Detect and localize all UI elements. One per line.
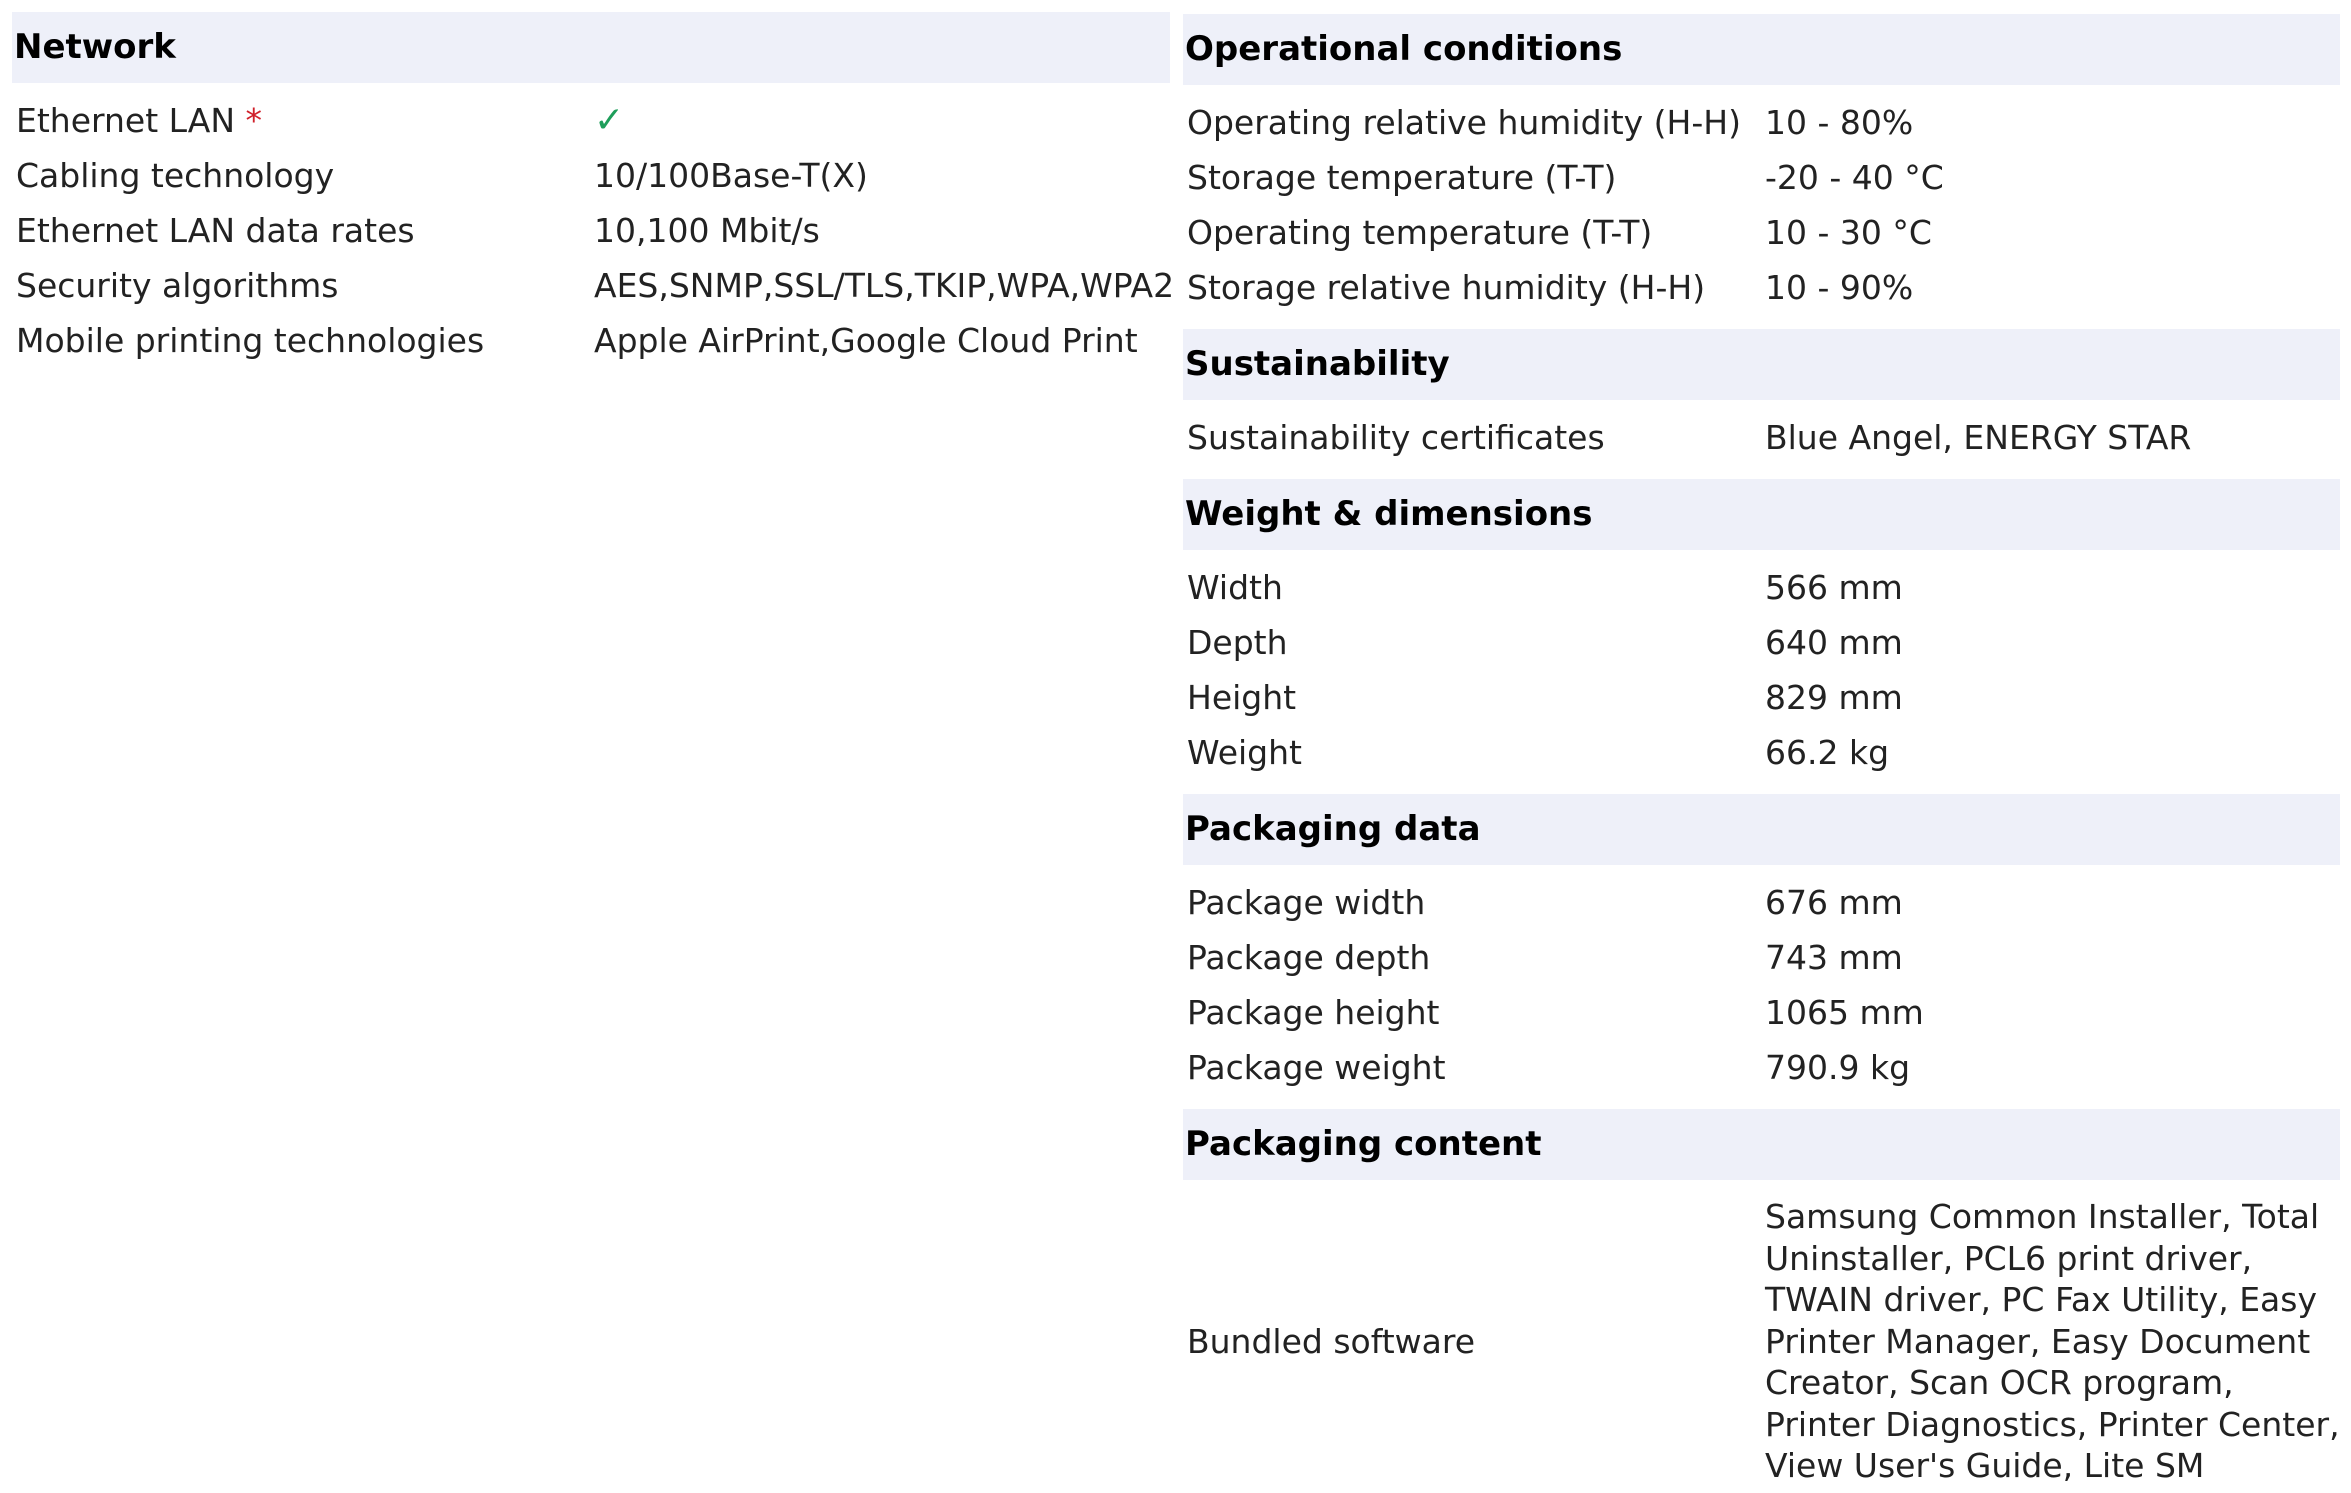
spec-value: 66.2 kg [1765,733,1890,772]
spec-row: Weight 66.2 kg [1183,725,2340,780]
spec-value: 676 mm [1765,883,1903,922]
spec-value: 566 mm [1765,568,1903,607]
spec-label: Storage temperature (T-T) [1187,158,1617,197]
spec-row: Package depth 743 mm [1183,930,2340,985]
spec-row: Width 566 mm [1183,560,2340,615]
spec-row: Package width 676 mm [1183,875,2340,930]
section-title: Network [12,12,1170,83]
section-sustainability: Sustainability Sustainability certificat… [1183,329,2340,465]
spec-row: Storage temperature (T-T) -20 - 40 °C [1183,150,2340,205]
section-title: Packaging content [1183,1109,2340,1180]
spec-value: 10/100Base-T(X) [594,156,868,195]
spec-value: Blue Angel, ENERGY STAR [1765,418,2192,457]
section-title: Operational conditions [1183,14,2340,85]
spec-label: Weight [1187,733,1302,772]
spec-value: 10 - 90% [1765,268,1914,307]
spec-value: 10,100 Mbit/s [594,211,820,250]
spec-label-text: Ethernet LAN [16,101,236,140]
spec-row: Depth 640 mm [1183,615,2340,670]
section-network: Network Ethernet LAN * ✓ Cabling technol… [12,12,1175,368]
spec-value: 10 - 80% [1765,103,1914,142]
spec-value: 10 - 30 °C [1765,213,1932,252]
spec-label: Package depth [1187,938,1431,977]
checkmark-icon: ✓ [594,100,625,141]
spec-value: 1065 mm [1765,993,1924,1032]
spec-value: 790.9 kg [1765,1048,1911,1087]
spec-row: Package height 1065 mm [1183,985,2340,1040]
section-title: Sustainability [1183,329,2340,400]
spec-row: Storage relative humidity (H-H) 10 - 90% [1183,260,2340,315]
spec-value: AES,SNMP,SSL/TLS,TKIP,WPA,WPA2 [594,266,1175,305]
spec-label: Bundled software [1187,1321,1476,1361]
spec-row: Cabling technology 10/100Base-T(X) [12,148,1170,203]
section-operational-conditions: Operational conditions Operating relativ… [1183,14,2340,315]
spec-row: Bundled software Samsung Common Installe… [1183,1190,2340,1493]
spec-value: -20 - 40 °C [1765,158,1944,197]
section-weight-dimensions: Weight & dimensions Width 566 mm Depth 6… [1183,479,2340,780]
spec-row: Ethernet LAN data rates 10,100 Mbit/s [12,203,1170,258]
spec-label: Width [1187,568,1283,607]
spec-row: Sustainability certificates Blue Angel, … [1183,410,2340,465]
section-title: Packaging data [1183,794,2340,865]
spec-label: Height [1187,678,1297,717]
spec-value: 743 mm [1765,938,1903,977]
spec-label: Depth [1187,623,1288,662]
spec-label: Cabling technology [16,156,335,195]
spec-row: Security algorithms AES,SNMP,SSL/TLS,TKI… [12,258,1175,313]
spec-label: Security algorithms [16,266,339,305]
spec-row: Mobile printing technologies Apple AirPr… [12,313,1170,368]
spec-value: 640 mm [1765,623,1903,662]
spec-label: Mobile printing technologies [16,321,485,360]
section-title: Weight & dimensions [1183,479,2340,550]
required-mark: * [245,101,263,140]
spec-row: Package weight 790.9 kg [1183,1040,2340,1095]
spec-label: Ethernet LAN * [12,93,594,148]
spec-label: Sustainability certificates [1187,418,1605,457]
section-packaging-data: Packaging data Package width 676 mm Pack… [1183,794,2340,1095]
spec-label: Operating relative humidity (H-H) [1187,103,1741,142]
spec-label: Ethernet LAN data rates [16,211,415,250]
spec-label: Operating temperature (T-T) [1187,213,1653,252]
left-column: Network Ethernet LAN * ✓ Cabling technol… [12,0,1175,368]
spec-label: Package height [1187,993,1440,1032]
section-packaging-content: Packaging content Bundled software Samsu… [1183,1109,2340,1493]
spec-row: Operating temperature (T-T) 10 - 30 °C [1183,205,2340,260]
right-column: Operational conditions Operating relativ… [1183,14,2340,1493]
spec-label: Storage relative humidity (H-H) [1187,268,1706,307]
spec-value: 829 mm [1765,678,1903,717]
spec-value: ✓ [594,93,1170,148]
spec-value: Samsung Common Installer, Total Uninstal… [1765,1197,2340,1485]
spec-row: Height 829 mm [1183,670,2340,725]
spec-label: Package width [1187,883,1426,922]
spec-label: Package weight [1187,1048,1446,1087]
spec-row: Operating relative humidity (H-H) 10 - 8… [1183,95,2340,150]
spec-row: Ethernet LAN * ✓ [12,93,1170,148]
spec-value: Apple AirPrint,Google Cloud Print [594,321,1138,360]
